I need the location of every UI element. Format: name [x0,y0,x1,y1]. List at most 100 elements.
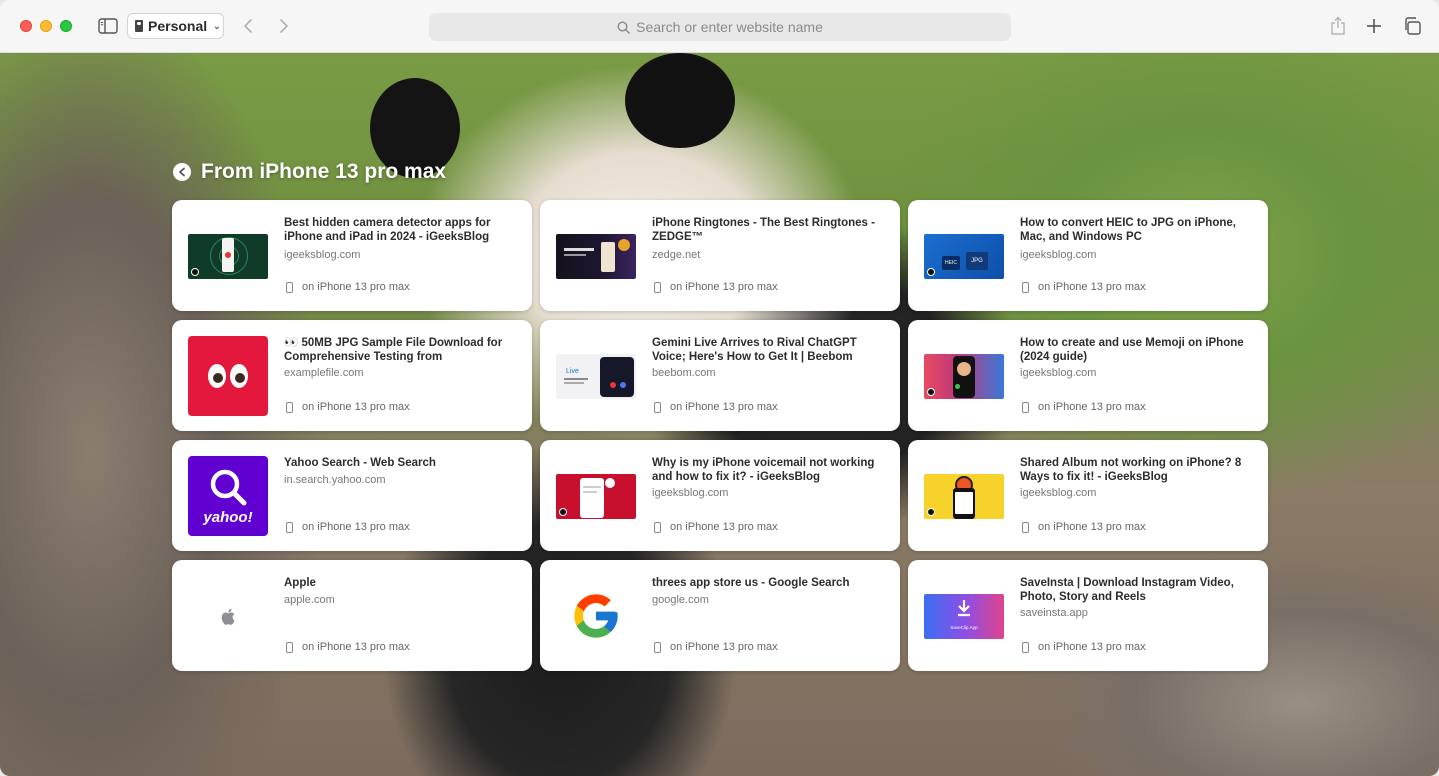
tab-card[interactable]: 👀 50MB JPG Sample File Download for Comp… [172,320,532,431]
yahoo-logo: yahoo! [203,508,253,526]
tab-device: on iPhone 13 pro max [1022,401,1146,413]
tab-card[interactable]: How to create and use Memoji on iPhone (… [908,320,1268,431]
download-icon [958,599,970,616]
search-icon [210,469,247,505]
tab-title: Yahoo Search - Web Search [284,457,436,469]
minimize-window-button[interactable] [40,20,52,32]
tab-title: iPhone Ringtones - The Best Ringtones - … [652,217,875,243]
tab-card[interactable]: Apple apple.com on iPhone 13 pro max [172,560,532,671]
tab-domain: examplefile.com [284,367,364,379]
profile-label: Personal [148,18,208,34]
profile-icon [135,20,143,32]
back-button[interactable] [238,14,258,38]
tab-domain: zedge.net [652,249,701,261]
tab-thumbnail [556,216,636,296]
tab-thumbnail [188,216,268,296]
browser-window: Personal ⌄ Search or enter website name [0,0,1439,776]
iphone-icon [1022,401,1029,413]
eyes-icon [208,364,248,388]
tab-title: 👀 50MB JPG Sample File Download for Comp… [284,337,503,363]
tab-overview-button[interactable] [1401,14,1423,38]
tab-title: Best hidden camera detector apps for iPh… [284,217,491,243]
tab-device: on iPhone 13 pro max [286,641,410,653]
toolbar: Personal ⌄ Search or enter website name [0,0,1439,53]
profile-button[interactable]: Personal ⌄ [127,13,224,39]
collapse-section-button[interactable] [173,163,191,181]
tab-overview-icon [1405,17,1421,35]
tab-card[interactable]: Shared Album not working on iPhone? 8 Wa… [908,440,1268,551]
iphone-icon [286,401,293,413]
tab-domain: igeeksblog.com [284,249,361,261]
tab-device: on iPhone 13 pro max [654,281,778,293]
tab-card[interactable]: Best hidden camera detector apps for iPh… [172,200,532,311]
tab-card[interactable]: Live Gemini Live Arrives to Rival ChatGP… [540,320,900,431]
iphone-icon [1022,521,1029,533]
tab-device: on iPhone 13 pro max [1022,281,1146,293]
section-title: From iPhone 13 pro max [201,160,447,183]
iphone-icon [654,401,661,413]
close-window-button[interactable] [20,20,32,32]
tab-device: on iPhone 13 pro max [286,401,410,413]
tab-domain: igeeksblog.com [652,487,729,499]
tab-thumbnail [556,576,636,656]
sidebar-icon[interactable] [96,14,120,38]
tab-domain: apple.com [284,594,335,606]
tab-device: on iPhone 13 pro max [1022,641,1146,653]
google-logo-icon [574,594,618,638]
tab-thumbnail: yahoo! [188,456,268,536]
iphone-icon [286,281,293,293]
iphone-icon [1022,281,1029,293]
tab-title: How to create and use Memoji on iPhone (… [1020,337,1244,363]
tab-device: on iPhone 13 pro max [286,521,410,533]
tab-device: on iPhone 13 pro max [654,641,778,653]
chevron-left-icon [244,19,252,33]
tab-title: Why is my iPhone voicemail not working a… [652,457,875,483]
new-tab-button[interactable] [1364,14,1384,38]
tab-domain: google.com [652,594,709,606]
iphone-icon [286,641,293,653]
tab-title: Shared Album not working on iPhone? 8 Wa… [1020,457,1242,483]
apple-logo-icon [221,608,235,625]
chevron-left-icon [179,167,185,177]
iphone-icon [654,641,661,653]
tab-card[interactable]: yahoo! Yahoo Search - Web Search in.sear… [172,440,532,551]
tab-card[interactable]: Why is my iPhone voicemail not working a… [540,440,900,551]
iphone-icon [286,521,293,533]
tab-title: Gemini Live Arrives to Rival ChatGPT Voi… [652,337,857,363]
forward-button[interactable] [274,14,294,38]
tab-title: How to convert HEIC to JPG on iPhone, Ma… [1020,217,1236,243]
tab-device: on iPhone 13 pro max [1022,521,1146,533]
iphone-icon [654,521,661,533]
tab-device: on iPhone 13 pro max [654,521,778,533]
tab-thumbnail: SaveClip.App [924,576,1004,656]
chevron-down-icon: ⌄ [213,20,221,31]
tab-domain: beebom.com [652,367,716,379]
tab-thumbnail [556,456,636,536]
iphone-icon [654,281,661,293]
panda-ear [625,53,735,148]
tab-card[interactable]: threes app store us - Google Search goog… [540,560,900,671]
tab-device: on iPhone 13 pro max [286,281,410,293]
plus-icon [1367,19,1381,33]
search-icon [617,20,630,34]
tab-card[interactable]: iPhone Ringtones - The Best Ringtones - … [540,200,900,311]
tab-thumbnail [924,456,1004,536]
tab-thumbnail: Live [556,336,636,416]
tab-thumbnail [924,336,1004,416]
tab-title: threes app store us - Google Search [652,577,850,589]
tab-title: Apple [284,577,316,589]
tab-domain: saveinsta.app [1020,607,1088,619]
tab-card[interactable]: SaveClip.App SaveInsta | Download Instag… [908,560,1268,671]
tab-card[interactable]: HEIC JPG How to convert HEIC to JPG on i… [908,200,1268,311]
address-bar[interactable]: Search or enter website name [429,13,1011,41]
tab-device: on iPhone 13 pro max [654,401,778,413]
tab-domain: igeeksblog.com [1020,487,1097,499]
icloud-tabs-grid: Best hidden camera detector apps for iPh… [172,200,1268,671]
tab-thumbnail [188,576,268,656]
iphone-icon [1022,641,1029,653]
share-button[interactable] [1328,14,1348,38]
chevron-right-icon [280,19,288,33]
zoom-window-button[interactable] [60,20,72,32]
tab-domain: igeeksblog.com [1020,367,1097,379]
tab-thumbnail [188,336,268,416]
